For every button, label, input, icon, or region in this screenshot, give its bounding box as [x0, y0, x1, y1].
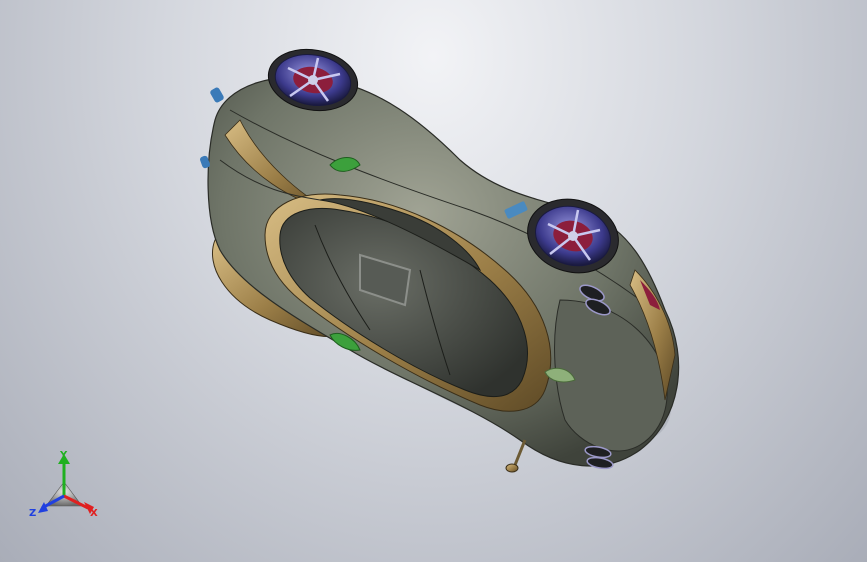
car-model[interactable] [199, 43, 680, 473]
axis-x-label: X [90, 508, 98, 519]
view-triad[interactable]: Y X Z [29, 450, 98, 519]
hub-rear [308, 75, 318, 85]
hub-front [568, 231, 578, 241]
model-scene[interactable]: Y X Z [0, 0, 867, 562]
side-mirror[interactable] [505, 463, 519, 473]
exhaust-tip-1 [210, 87, 224, 103]
graphics-viewport[interactable]: Y X Z [0, 0, 867, 562]
axis-z-label: Z [29, 508, 36, 519]
axis-z-arrow [38, 502, 48, 513]
mirror-arm [513, 439, 527, 466]
axis-y-label: Y [59, 450, 68, 461]
